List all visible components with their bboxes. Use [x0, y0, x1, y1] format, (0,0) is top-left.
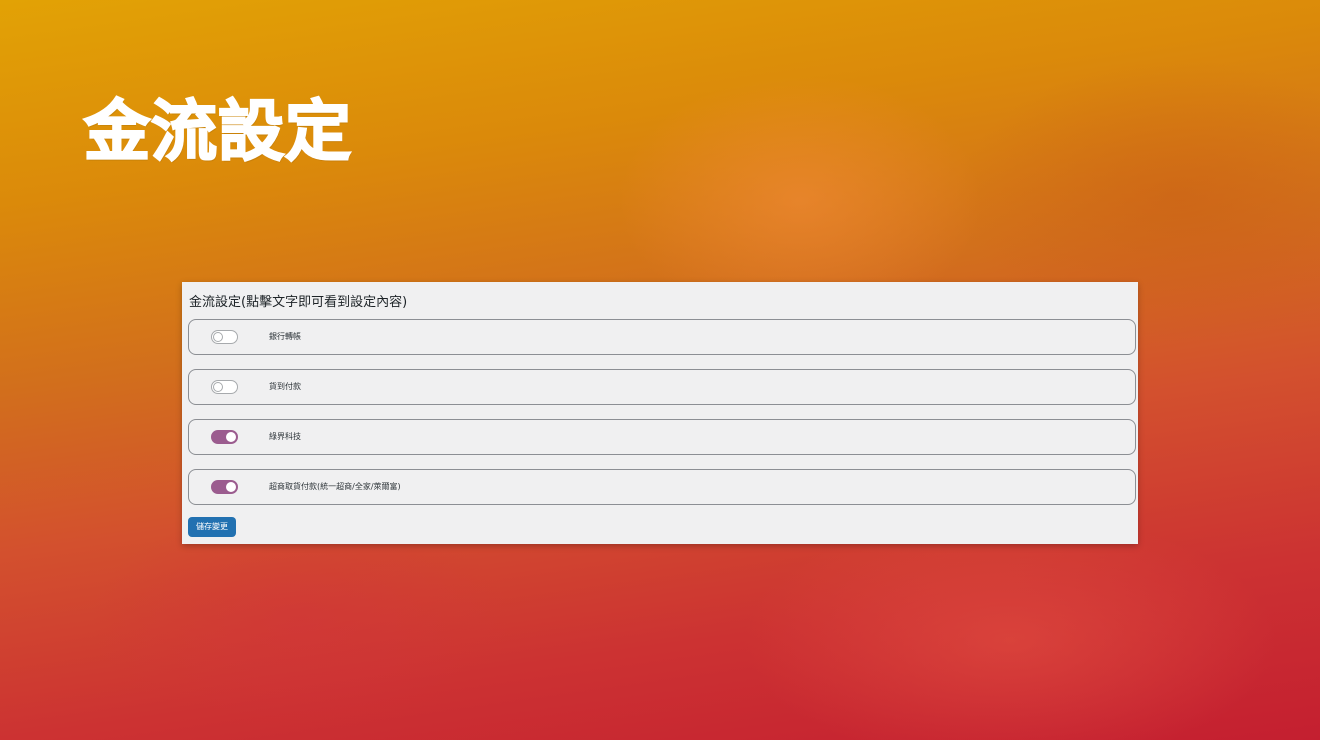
payment-method-label[interactable]: 超商取貨付款(統一超商/全家/萊爾富): [269, 481, 401, 493]
payment-method-label[interactable]: 綠界科技: [269, 431, 301, 443]
toggle-cvs-pickup[interactable]: [211, 480, 238, 494]
payment-method-label[interactable]: 銀行轉帳: [269, 331, 301, 343]
toggle-knob: [226, 432, 236, 442]
toggle-ecpay[interactable]: [211, 430, 238, 444]
save-button[interactable]: 儲存變更: [188, 517, 236, 537]
toggle-knob: [226, 482, 236, 492]
toggle-knob: [213, 332, 223, 342]
payment-method-bank-transfer[interactable]: 銀行轉帳: [188, 319, 1136, 355]
hero-title: 金流設定: [83, 92, 352, 171]
toggle-cash-on-delivery[interactable]: [211, 380, 238, 394]
payment-method-cash-on-delivery[interactable]: 貨到付款: [188, 369, 1136, 405]
toggle-knob: [213, 382, 223, 392]
payment-method-label[interactable]: 貨到付款: [269, 381, 301, 393]
payment-method-cvs-pickup[interactable]: 超商取貨付款(統一超商/全家/萊爾富): [188, 469, 1136, 505]
panel-title: 金流設定(點擊文字即可看到設定內容): [189, 295, 408, 310]
payment-settings-panel: 金流設定(點擊文字即可看到設定內容) 銀行轉帳 貨到付款 綠界科技 超商取貨付款…: [182, 282, 1138, 544]
toggle-bank-transfer[interactable]: [211, 330, 238, 344]
payment-method-ecpay[interactable]: 綠界科技: [188, 419, 1136, 455]
